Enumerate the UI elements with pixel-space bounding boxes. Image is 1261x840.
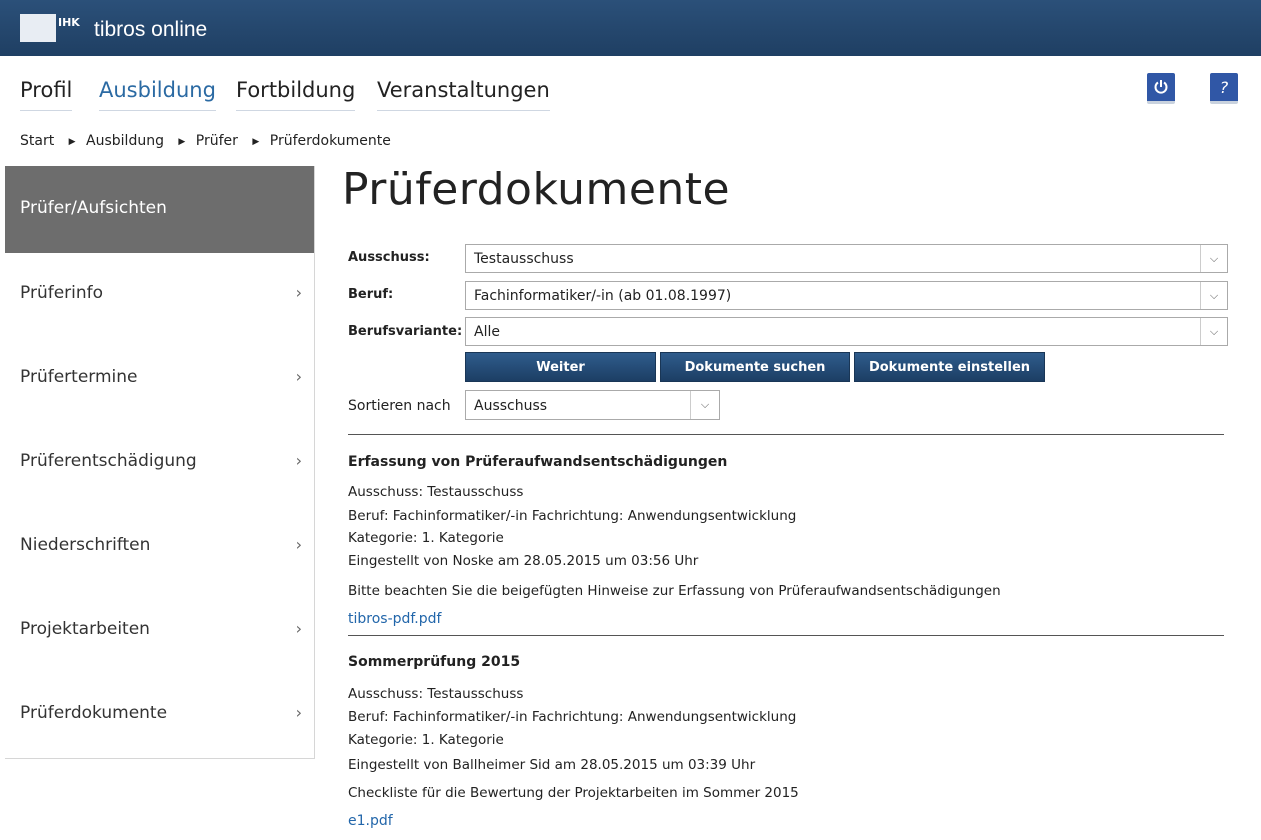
document-ausschuss: Ausschuss: Testausschuss (348, 484, 524, 500)
dokumente-suchen-button[interactable]: Dokumente suchen (660, 352, 850, 382)
chevron-right-icon: › (295, 367, 302, 386)
sidebar-item-niederschriften[interactable]: Niederschriften › (5, 505, 314, 589)
document-kategorie: Kategorie: 1. Kategorie (348, 530, 504, 546)
sidebar-item-label: Prüferdokumente (20, 703, 168, 723)
divider (348, 434, 1224, 435)
document-description: Bitte beachten Sie die beigefügten Hinwe… (348, 583, 1001, 599)
document-title: Sommerprüfung 2015 (348, 654, 521, 670)
breadcrumb-start[interactable]: Start (20, 133, 54, 149)
berufsvariante-value: Alle (474, 324, 500, 340)
breadcrumb: Start ▶ Ausbildung ▶ Prüfer ▶ Prüferdoku… (20, 133, 391, 149)
document-ausschuss: Ausschuss: Testausschuss (348, 686, 524, 702)
sidebar: Prüfer/Aufsichten Prüferinfo › Prüferter… (5, 166, 315, 759)
breadcrumb-arrow-icon: ▶ (178, 137, 186, 147)
breadcrumb-ausbildung[interactable]: Ausbildung (86, 133, 164, 149)
sort-value: Ausschuss (474, 398, 548, 414)
logout-button[interactable] (1147, 73, 1175, 104)
sort-label: Sortieren nach (348, 398, 451, 414)
chevron-down-icon: ⌵ (1200, 318, 1227, 345)
breadcrumb-current: Prüferdokumente (269, 133, 391, 149)
sidebar-item-label: Niederschriften (20, 535, 151, 555)
beruf-label: Beruf: (348, 287, 394, 302)
document-file-link[interactable]: e1.pdf (348, 813, 393, 829)
chevron-down-icon: ⌵ (690, 391, 719, 419)
sidebar-item-pruefertermine[interactable]: Prüfertermine › (5, 337, 314, 421)
sidebar-item-label: Prüfertermine (20, 367, 138, 387)
logo-text: IHK (58, 16, 80, 29)
sidebar-item-projektarbeiten[interactable]: Projektarbeiten › (5, 589, 314, 673)
chevron-right-icon: › (295, 283, 302, 302)
chevron-right-icon: › (295, 703, 302, 722)
ausschuss-label: Ausschuss: (348, 250, 430, 265)
ausschuss-select[interactable]: Testausschuss ⌵ (465, 244, 1228, 273)
top-bar: IHK tibros online (0, 0, 1261, 56)
sidebar-heading[interactable]: Prüfer/Aufsichten (5, 166, 314, 253)
help-button[interactable]: ? (1210, 73, 1238, 104)
chevron-down-icon: ⌵ (1200, 245, 1227, 272)
sidebar-item-label: Prüferentschädigung (20, 451, 197, 471)
berufsvariante-label: Berufsvariante: (348, 324, 463, 339)
document-file-link[interactable]: tibros-pdf.pdf (348, 611, 441, 627)
document-beruf: Beruf: Fachinformatiker/-in Fachrichtung… (348, 508, 797, 524)
divider (348, 635, 1224, 636)
ihk-logo (20, 14, 56, 42)
sidebar-item-prueferinfo[interactable]: Prüferinfo › (5, 253, 314, 337)
chevron-down-icon: ⌵ (1200, 282, 1227, 309)
weiter-button[interactable]: Weiter (465, 352, 656, 382)
document-eingestellt: Eingestellt von Noske am 28.05.2015 um 0… (348, 553, 699, 569)
chevron-right-icon: › (295, 619, 302, 638)
nav-item-veranstaltungen[interactable]: Veranstaltungen (377, 78, 550, 111)
chevron-right-icon: › (295, 535, 302, 554)
breadcrumb-arrow-icon: ▶ (252, 137, 260, 147)
ausschuss-value: Testausschuss (474, 251, 574, 267)
beruf-select[interactable]: Fachinformatiker/-in (ab 01.08.1997) ⌵ (465, 281, 1228, 310)
sidebar-item-prueferentschaedigung[interactable]: Prüferentschädigung › (5, 421, 314, 505)
berufsvariante-select[interactable]: Alle ⌵ (465, 317, 1228, 346)
sidebar-item-label: Prüferinfo (20, 283, 104, 303)
sort-select[interactable]: Ausschuss ⌵ (465, 390, 720, 420)
document-title: Erfassung von Prüferaufwandsentschädigun… (348, 454, 728, 470)
document-eingestellt: Eingestellt von Ballheimer Sid am 28.05.… (348, 757, 756, 773)
document-description: Checkliste für die Bewertung der Projekt… (348, 785, 799, 801)
breadcrumb-arrow-icon: ▶ (68, 137, 76, 147)
sidebar-item-prueferdokumente[interactable]: Prüferdokumente › (5, 673, 314, 757)
nav-item-profil[interactable]: Profil (20, 78, 73, 111)
sidebar-item-label: Projektarbeiten (20, 619, 150, 639)
sidebar-heading-label: Prüfer/Aufsichten (20, 198, 167, 218)
power-icon (1154, 80, 1168, 94)
nav-item-ausbildung[interactable]: Ausbildung (99, 78, 216, 111)
nav-item-fortbildung[interactable]: Fortbildung (236, 78, 356, 111)
dokumente-einstellen-button[interactable]: Dokumente einstellen (854, 352, 1045, 382)
document-beruf: Beruf: Fachinformatiker/-in Fachrichtung… (348, 709, 797, 725)
beruf-value: Fachinformatiker/-in (ab 01.08.1997) (474, 288, 732, 304)
chevron-right-icon: › (295, 451, 302, 470)
breadcrumb-pruefer[interactable]: Prüfer (196, 133, 238, 149)
page-title: Prüferdokumente (342, 164, 731, 215)
document-kategorie: Kategorie: 1. Kategorie (348, 732, 504, 748)
app-title: tibros online (94, 18, 208, 41)
